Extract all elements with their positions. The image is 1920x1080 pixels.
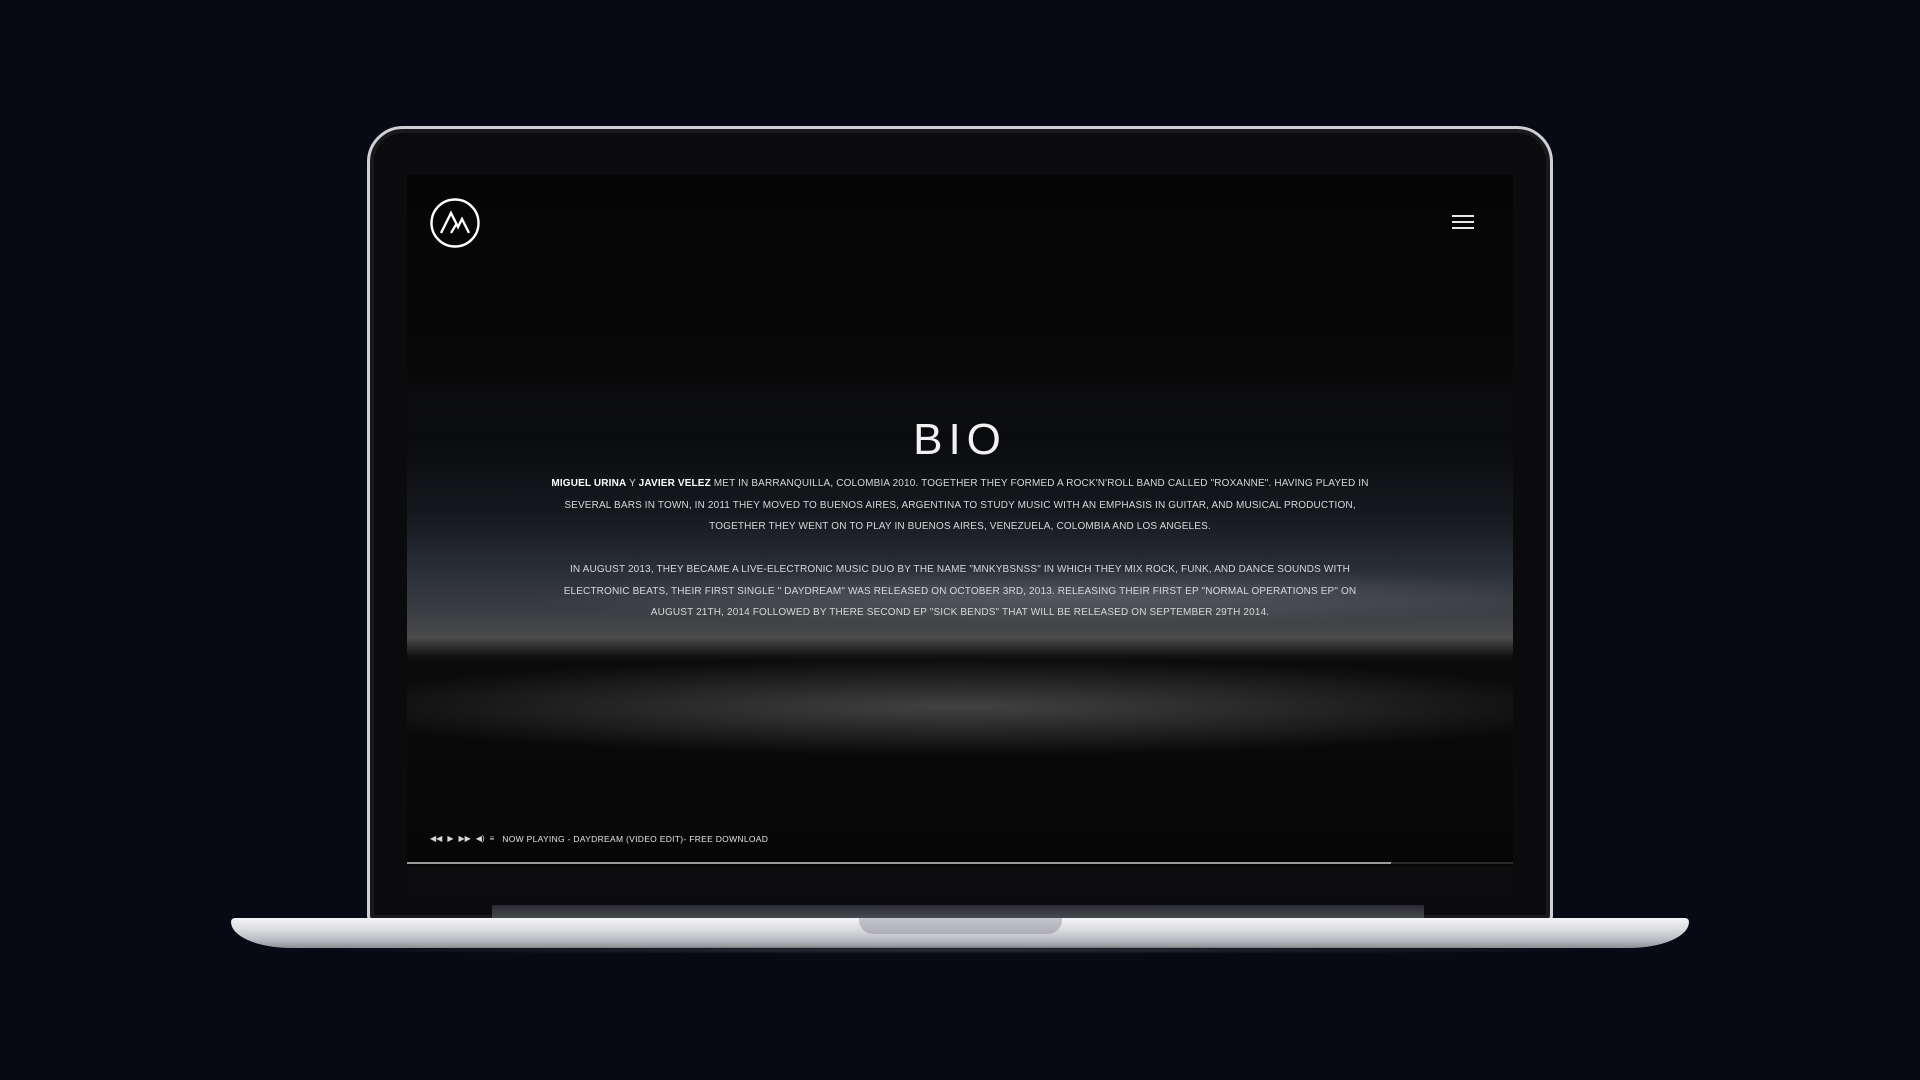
mockup-stage: BIO MIGUEL URINA Y JAVIER VELEZ MET IN B…: [0, 0, 1920, 1080]
audio-player: ◀◀ ▶ ▶▶ ◀) ≡ NOW PLAYING - DAYDREAM (VID…: [430, 833, 768, 845]
track-progress-fill: [407, 862, 1392, 864]
play-icon[interactable]: ▶: [447, 834, 453, 844]
bio-paragraph-1: MIGUEL URINA Y JAVIER VELEZ MET IN BARRA…: [547, 473, 1373, 538]
track-progress-bar[interactable]: [407, 862, 1513, 864]
now-playing-link[interactable]: NOW PLAYING - DAYDREAM (VIDEO EDIT)- FRE…: [502, 834, 768, 844]
previous-icon[interactable]: ◀◀: [430, 834, 442, 844]
member-name-1: MIGUEL URINA: [551, 478, 627, 489]
next-icon[interactable]: ▶▶: [458, 834, 470, 844]
hamburger-menu-icon[interactable]: [1452, 215, 1474, 231]
name-conjunction: Y: [626, 478, 639, 489]
playlist-icon[interactable]: ≡: [490, 834, 495, 844]
laptop-bottom-bezel: [407, 866, 1513, 902]
member-name-2: JAVIER VELEZ: [638, 478, 711, 489]
website-screen: BIO MIGUEL URINA Y JAVIER VELEZ MET IN B…: [407, 175, 1513, 866]
volume-icon[interactable]: ◀): [476, 834, 485, 844]
laptop-shadow: [260, 946, 1660, 954]
logo-icon[interactable]: [429, 197, 481, 249]
bio-paragraph-2: IN AUGUST 2013, THEY BECAME A LIVE-ELECT…: [563, 564, 1357, 618]
laptop-base-notch: [859, 918, 1062, 934]
page-title: BIO: [913, 415, 1007, 464]
laptop-hinge: [492, 905, 1424, 919]
